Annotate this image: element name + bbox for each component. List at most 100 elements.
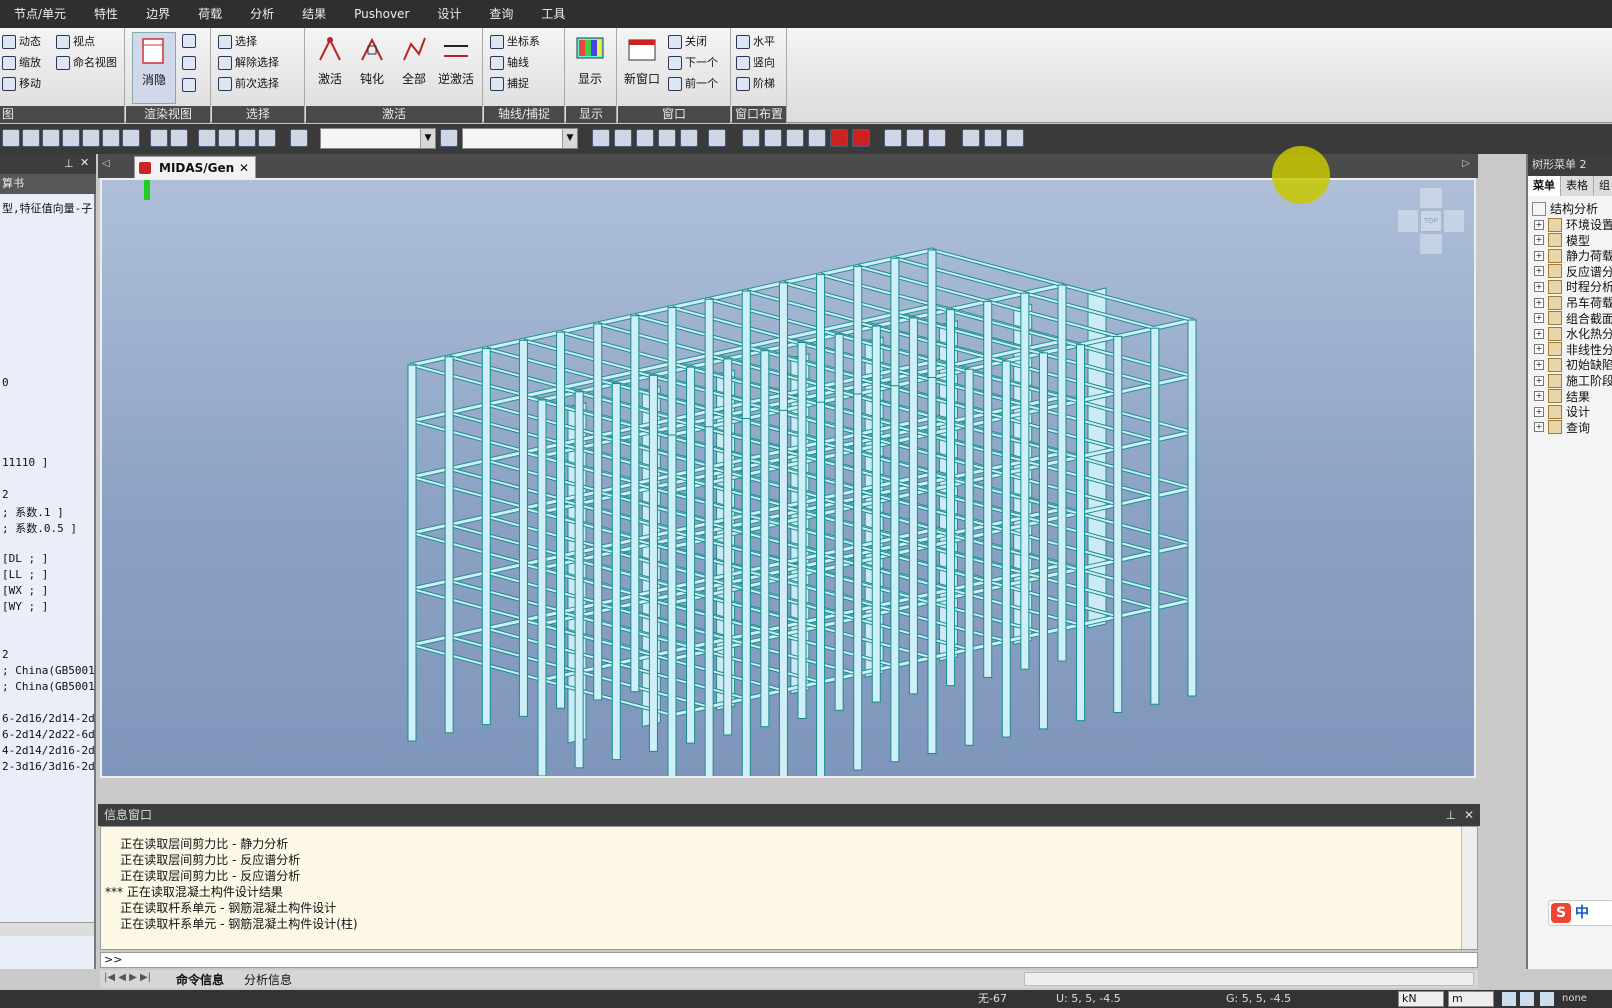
expand-icon[interactable]: +	[1534, 219, 1544, 230]
toolbar-icon-8[interactable]	[150, 129, 168, 147]
viewpoint-button[interactable]: 视点	[56, 32, 95, 52]
tab-midas-gen[interactable]: MIDAS/Gen ✕	[134, 156, 256, 178]
toolbar-icon-14[interactable]	[290, 129, 308, 147]
deactivate-button[interactable]: 钝化	[352, 32, 392, 102]
snap-toggle-icon[interactable]	[1502, 992, 1516, 1006]
toolbar-icon-12[interactable]	[238, 129, 256, 147]
expand-icon[interactable]: +	[1534, 297, 1544, 308]
force-unit-select[interactable]: kN	[1398, 991, 1444, 1007]
expand-icon[interactable]: +	[1534, 344, 1544, 355]
close-icon[interactable]: ✕	[1464, 804, 1474, 826]
next-window-button[interactable]: 下一个	[668, 53, 718, 73]
tree-item[interactable]: + 非线性分	[1534, 341, 1612, 358]
tree-item[interactable]: + 施工阶段	[1534, 372, 1612, 389]
play-icon[interactable]	[1540, 992, 1554, 1006]
view-cube-face-e[interactable]	[1444, 210, 1464, 232]
toolbar-icon-15[interactable]	[440, 129, 458, 147]
toolbar-icon-7[interactable]	[122, 129, 140, 147]
toolbar-icon-16[interactable]	[592, 129, 610, 147]
menu-tools[interactable]: 工具	[527, 0, 579, 28]
toolbar-icon-23[interactable]	[764, 129, 782, 147]
tab-nav-first-icon[interactable]: |◀ ◀ ▶ ▶|	[104, 972, 151, 983]
tab-analysis-info[interactable]: 分析信息	[244, 971, 292, 988]
toolbar-icon-33[interactable]	[1006, 129, 1024, 147]
toolbar-combo-2[interactable]: ▼	[462, 128, 578, 149]
shade-icon[interactable]	[182, 56, 196, 70]
toolbar-icon-19[interactable]	[658, 129, 676, 147]
expand-icon[interactable]: +	[1534, 422, 1544, 433]
toolbar-icon-30[interactable]	[928, 129, 946, 147]
tab-menu[interactable]: 菜单	[1528, 176, 1561, 196]
menu-boundary[interactable]: 边界	[132, 0, 184, 28]
zoom-button[interactable]: 缩放	[2, 53, 41, 73]
snap-button[interactable]: 捕捉	[490, 74, 529, 94]
tab-groups[interactable]: 组	[1594, 176, 1612, 196]
expand-icon[interactable]: +	[1534, 266, 1544, 277]
tile-horizontal-button[interactable]: 水平	[736, 32, 775, 52]
tree-item[interactable]: + 反应谱分	[1534, 263, 1612, 280]
tile-vertical-button[interactable]: 竖向	[736, 53, 775, 73]
pin-icon[interactable]: ⊥	[64, 157, 74, 170]
dynamic-button[interactable]: 动态	[2, 32, 41, 52]
toolbar-icon-13[interactable]	[258, 129, 276, 147]
tab-scroll-right-icon[interactable]: ▷	[1462, 158, 1470, 169]
tree-item[interactable]: + 初始缺陷	[1534, 356, 1612, 373]
lock-icon[interactable]	[984, 129, 1002, 147]
cascade-button[interactable]: 阶梯	[736, 74, 775, 94]
gridline-button[interactable]: 轴线	[490, 53, 529, 73]
toolbar-icon-9[interactable]	[170, 129, 188, 147]
menu-analysis[interactable]: 分析	[236, 0, 288, 28]
menu-pushover[interactable]: Pushover	[340, 0, 423, 28]
tree-item[interactable]: + 静力荷载	[1534, 247, 1612, 264]
expand-icon[interactable]: +	[1534, 359, 1544, 370]
command-input[interactable]: >>	[100, 952, 1478, 968]
info-scrollbar[interactable]	[1461, 827, 1477, 949]
length-unit-select[interactable]: m	[1448, 991, 1494, 1007]
toolbar-icon-22[interactable]	[742, 129, 760, 147]
toolbar-icon-17[interactable]	[614, 129, 632, 147]
expand-icon[interactable]: +	[1534, 250, 1544, 261]
toolbar-icon-10[interactable]	[198, 129, 216, 147]
toolbar-combo-1[interactable]: ▼	[320, 128, 436, 149]
menu-design[interactable]: 设计	[423, 0, 475, 28]
view-cube-face-n[interactable]	[1420, 188, 1442, 208]
menu-load[interactable]: 荷载	[184, 0, 236, 28]
model-view[interactable]: TOP	[100, 178, 1476, 778]
toolbar-icon-6[interactable]	[102, 129, 120, 147]
toolbar-icon-25[interactable]	[808, 129, 826, 147]
expand-icon[interactable]: +	[1534, 313, 1544, 324]
select-button[interactable]: 选择	[218, 32, 257, 52]
toolbar-icon-31[interactable]	[962, 129, 980, 147]
toolbar-icon-4[interactable]	[62, 129, 80, 147]
pin-icon[interactable]: ⊥	[1446, 804, 1456, 826]
tree-item[interactable]: + 吊车荷载	[1534, 294, 1612, 311]
expand-icon[interactable]: +	[1534, 375, 1544, 386]
toolbar-icon-26[interactable]	[830, 129, 848, 147]
close-window-button[interactable]: 关闭	[668, 32, 707, 52]
hidden-line-button[interactable]: 消隐	[132, 32, 176, 104]
grid-toggle-icon[interactable]	[1520, 992, 1534, 1006]
menu-results[interactable]: 结果	[288, 0, 340, 28]
close-icon[interactable]: ✕	[80, 156, 89, 169]
inverse-activate-button[interactable]: 逆激活	[436, 32, 476, 102]
building-frame-model[interactable]	[102, 180, 1474, 776]
view-cube-face-w[interactable]	[1398, 210, 1418, 232]
view-cube-face-s[interactable]	[1420, 234, 1442, 254]
tree-item[interactable]: + 时程分析	[1534, 278, 1612, 295]
previous-select-button[interactable]: 前次选择	[218, 74, 279, 94]
expand-icon[interactable]: +	[1534, 328, 1544, 339]
frame-icon[interactable]	[182, 34, 196, 48]
activate-all-button[interactable]: 全部	[394, 32, 434, 102]
tree-item[interactable]: + 设计	[1534, 403, 1590, 420]
activate-button[interactable]: 激活	[310, 32, 350, 102]
toolbar-icon-29[interactable]	[906, 129, 924, 147]
coordinate-button[interactable]: 坐标系	[490, 32, 540, 52]
toolbar-icon-24[interactable]	[786, 129, 804, 147]
toolbar-icon-3[interactable]	[42, 129, 60, 147]
tab-command-info[interactable]: 命令信息	[176, 971, 224, 988]
new-window-button[interactable]: 新窗口	[620, 32, 664, 102]
tree-item[interactable]: + 查询	[1534, 419, 1590, 436]
toolbar-icon-5[interactable]	[82, 129, 100, 147]
tree-item[interactable]: + 环境设置	[1534, 216, 1612, 233]
tab-tables[interactable]: 表格	[1561, 176, 1594, 196]
